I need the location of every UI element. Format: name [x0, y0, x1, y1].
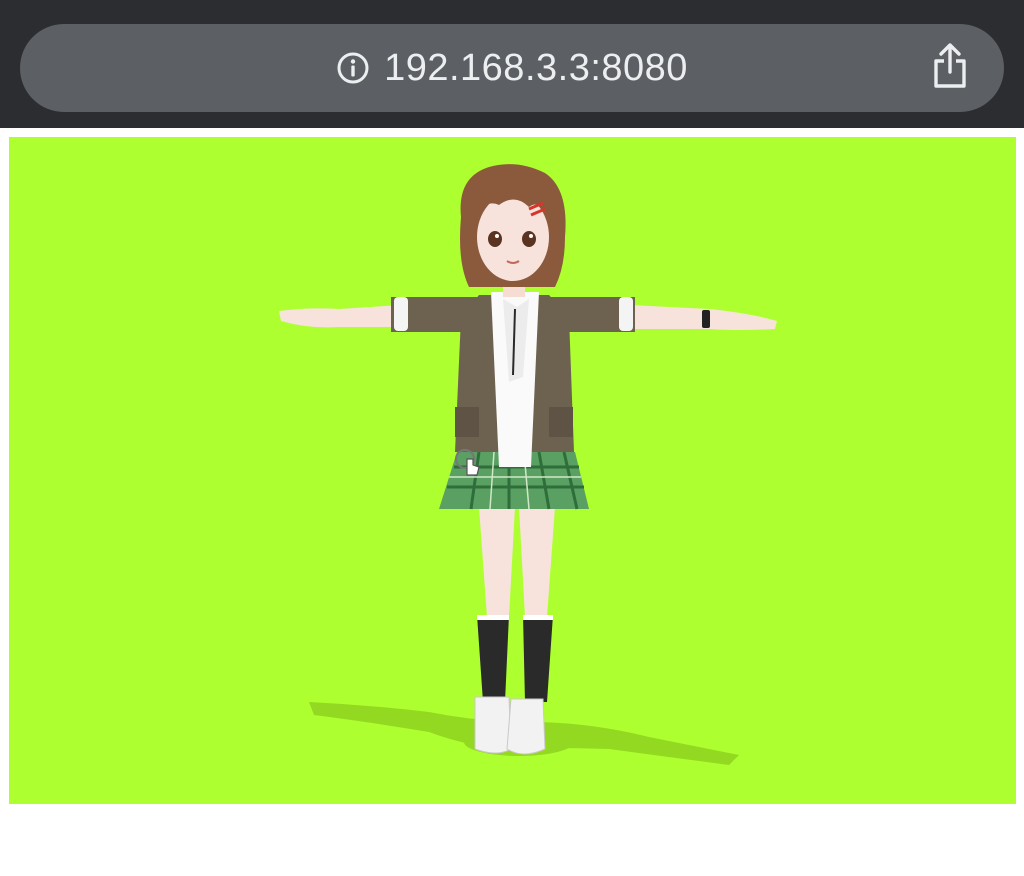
character-model[interactable]: [9, 137, 1016, 804]
share-icon[interactable]: [930, 42, 970, 90]
webgl-viewport[interactable]: [9, 137, 1016, 804]
left-arm: [279, 297, 479, 332]
head: [460, 164, 566, 297]
address-bar[interactable]: 192.168.3.3:8080: [20, 24, 1004, 112]
legs: [474, 507, 555, 755]
info-icon[interactable]: [336, 51, 370, 85]
url-text[interactable]: 192.168.3.3:8080: [384, 47, 688, 90]
torso: [455, 292, 574, 467]
right-arm: [549, 297, 777, 332]
browser-toolbar: 192.168.3.3:8080: [0, 0, 1024, 128]
address-bar-content: 192.168.3.3:8080: [336, 47, 688, 90]
